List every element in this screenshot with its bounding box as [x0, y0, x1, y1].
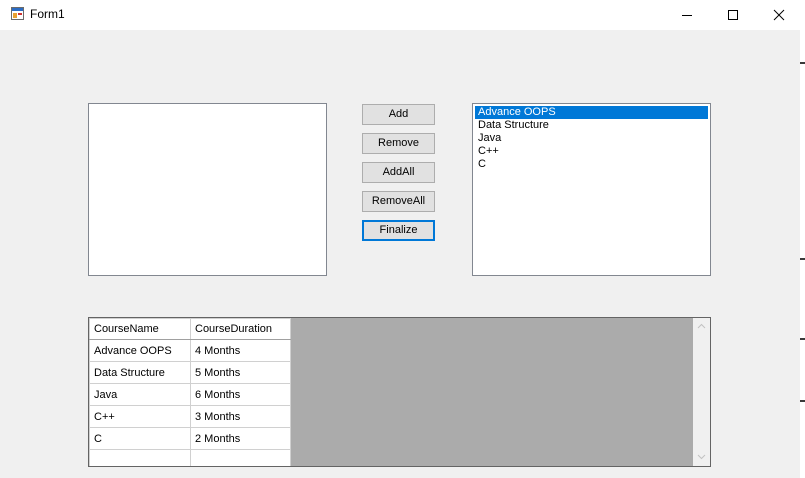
cell-course-duration[interactable]: 2 Months [190, 427, 291, 450]
cell-course-name[interactable]: C++ [89, 405, 191, 428]
cell-course-duration[interactable]: 5 Months [190, 361, 291, 384]
maximize-button[interactable] [710, 0, 756, 30]
minimize-icon [682, 15, 692, 16]
desktop-edge-mark [800, 338, 805, 340]
table-row[interactable]: C++ 3 Months [89, 405, 291, 428]
form-window: Form1 Add Remove AddAll RemoveAll Finali… [0, 0, 800, 478]
available-courses-listbox[interactable] [88, 103, 327, 276]
cell-course-name[interactable]: Advance OOPS [89, 339, 191, 362]
add-button[interactable]: Add [362, 104, 435, 125]
cell-course-name[interactable]: C [89, 427, 191, 450]
list-item[interactable]: Java [475, 132, 708, 145]
maximize-icon [728, 10, 738, 20]
cell-course-name[interactable]: Java [89, 383, 191, 406]
cell-course-duration[interactable]: 3 Months [190, 405, 291, 428]
desktop-edge [800, 0, 805, 478]
grid-header-row: CourseName CourseDuration [89, 318, 291, 340]
desktop-edge-mark [800, 258, 805, 260]
table-row[interactable]: C2 Months [89, 427, 291, 450]
new-row[interactable] [89, 449, 291, 466]
cell-course-duration[interactable]: 4 Months [190, 339, 291, 362]
form-app-icon [11, 7, 24, 20]
grid-body: Advance OOPS 4 Months Data Structure 5 Mont… [89, 339, 291, 466]
cell-course-name[interactable]: Data Structure [89, 361, 191, 384]
finalize-button[interactable]: Finalize [362, 220, 435, 241]
empty-cell[interactable] [89, 449, 191, 466]
column-header-courseduration[interactable]: CourseDuration [190, 318, 291, 340]
list-item[interactable]: C++ [475, 145, 708, 158]
desktop-edge-mark [800, 400, 805, 402]
remove-button[interactable]: Remove [362, 133, 435, 154]
desktop-edge-mark [800, 62, 805, 64]
remove-all-button[interactable]: RemoveAll [362, 191, 435, 212]
course-data-grid[interactable]: CourseName CourseDuration Advance OOPS 4 … [88, 317, 711, 467]
window-title: Form1 [30, 7, 65, 21]
table-row[interactable]: Java 6 Months [89, 383, 291, 406]
close-icon [773, 9, 785, 21]
scroll-down-arrow-icon[interactable] [697, 454, 706, 460]
column-header-coursename[interactable]: CourseName [89, 318, 191, 340]
add-all-button[interactable]: AddAll [362, 162, 435, 183]
grid-vertical-scrollbar[interactable] [693, 318, 710, 466]
selected-courses-listbox[interactable]: Advance OOPS Data Structure Java C++ C [472, 103, 711, 276]
list-item[interactable]: Advance OOPS [475, 106, 708, 119]
title-bar[interactable]: Form1 [0, 0, 800, 30]
cell-course-duration[interactable]: 6 Months [190, 383, 291, 406]
scroll-up-arrow-icon[interactable] [697, 323, 706, 329]
minimize-button[interactable] [664, 0, 710, 30]
table-row[interactable]: Data Structure 5 Months [89, 361, 291, 384]
close-button[interactable] [756, 0, 802, 30]
table-row[interactable]: Advance OOPS 4 Months [89, 339, 291, 362]
list-item[interactable]: Data Structure [475, 119, 708, 132]
list-item[interactable]: C [475, 158, 708, 171]
right-list-items: Advance OOPS Data Structure Java C++ C [475, 106, 708, 171]
empty-cell[interactable] [190, 449, 291, 466]
